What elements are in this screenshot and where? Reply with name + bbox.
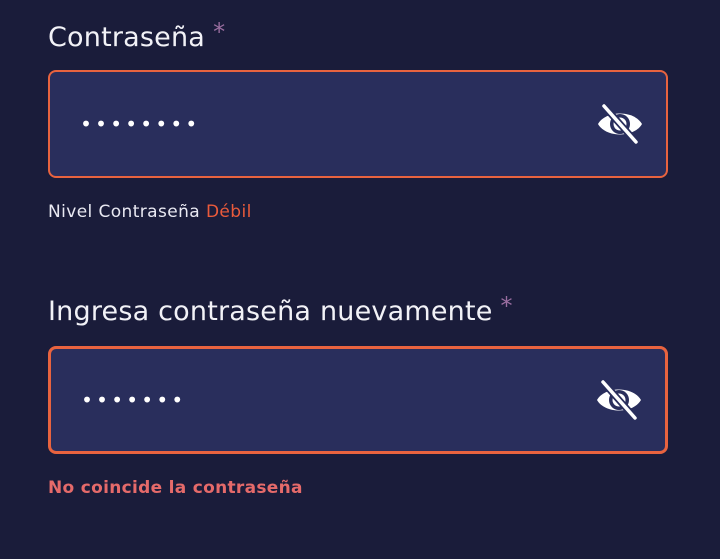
- password-strength: Nivel Contraseña Débil: [48, 202, 252, 222]
- password-value[interactable]: ••••••••: [80, 112, 200, 136]
- eye-off-icon[interactable]: [595, 378, 643, 422]
- confirm-label-text: Ingresa contraseña nuevamente: [48, 296, 493, 327]
- confirm-password-label: Ingresa contraseña nuevamente *: [48, 292, 513, 327]
- confirm-password-value[interactable]: •••••••: [81, 388, 186, 412]
- strength-label: Nivel Contraseña: [48, 202, 201, 222]
- required-asterisk: *: [213, 18, 226, 46]
- confirm-password-field[interactable]: •••••••: [48, 346, 668, 454]
- eye-off-icon[interactable]: [596, 102, 644, 146]
- mismatch-error: No coincide la contraseña: [48, 478, 303, 498]
- strength-value: Débil: [205, 202, 252, 222]
- password-field[interactable]: ••••••••: [48, 70, 668, 178]
- password-label: Contraseña *: [48, 18, 225, 53]
- required-asterisk: *: [500, 292, 513, 320]
- password-label-text: Contraseña: [48, 22, 206, 53]
